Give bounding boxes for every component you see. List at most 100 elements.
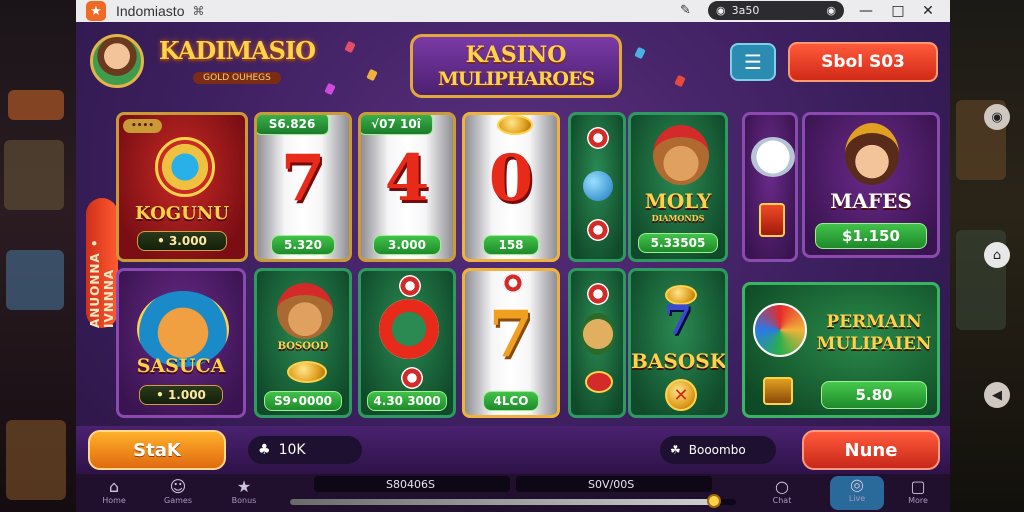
promo-value: 5.80 xyxy=(821,381,927,409)
next-button[interactable]: Nune xyxy=(802,430,940,470)
bonus-info-text: Booombo xyxy=(688,443,746,457)
tile-molly[interactable]: MOLY DIAMONDS 5.33505 xyxy=(628,112,728,262)
reel2-value: 3.000 xyxy=(373,235,441,255)
basosk-symbol: 7 xyxy=(664,297,692,344)
bonus-info-icon: ☘ xyxy=(670,443,681,457)
tile-reel-7[interactable]: S6.826 7 5.320 xyxy=(254,112,352,262)
nav-item-home[interactable]: ⌂ Home xyxy=(92,477,136,506)
treasure-chest-icon xyxy=(763,377,793,405)
nav-label: More xyxy=(908,496,928,505)
bet-value: 10K xyxy=(278,442,306,458)
tile-reel-0-b[interactable]: 4.30 3000 xyxy=(358,268,456,418)
confetti xyxy=(324,82,336,96)
tile-reel-4[interactable]: √07 10î 4 3.000 xyxy=(358,112,456,262)
home-icon: ⌂ xyxy=(108,477,120,496)
nav-item-chat[interactable]: ○ Chat xyxy=(760,477,804,506)
maximize-button[interactable]: □ xyxy=(888,1,908,21)
poker-chip-icon xyxy=(587,219,609,241)
chat-icon: ○ xyxy=(775,477,789,496)
rail-home-icon[interactable]: ⌂ xyxy=(984,242,1010,268)
search-pill[interactable]: ◉ 3a50 ◉ xyxy=(708,1,844,20)
gold-emblem-icon xyxy=(155,137,215,197)
grapes-icon xyxy=(581,313,615,355)
nav-item-live[interactable]: ◎ Live xyxy=(830,476,884,510)
pill-right-icon: ◉ xyxy=(826,4,836,17)
side-glow xyxy=(4,140,64,210)
tile-reel-7-b[interactable]: 7 4LCO xyxy=(462,268,560,418)
left-background xyxy=(0,0,76,512)
nav-label: Live xyxy=(848,494,866,503)
close-button[interactable]: ✕ xyxy=(918,1,938,21)
tile-mafes[interactable]: MAFES $1.150 xyxy=(802,112,940,258)
poker-chip-icon xyxy=(587,127,609,149)
tile-reel-0[interactable]: 0 158 xyxy=(462,112,560,262)
nav-item-games[interactable]: ☺ Games xyxy=(156,477,200,506)
sasuca-value: • 1.000 xyxy=(139,385,223,405)
dog-character-icon xyxy=(653,125,709,185)
stat-box-left: S80406S xyxy=(314,476,510,492)
progress-fill xyxy=(290,499,714,505)
share-icon[interactable]: ✎ xyxy=(680,3,691,18)
side-glow xyxy=(6,250,64,310)
search-pill-text: 3a50 xyxy=(731,4,760,17)
promo-banner[interactable]: PERMAIN MULIPAIEN 5.80 xyxy=(742,282,940,418)
sasuca-name: SASUCA xyxy=(136,355,226,377)
nav-item-bonus[interactable]: ★ Bonus xyxy=(222,477,266,506)
app-logo-icon: ★ xyxy=(86,1,106,21)
tile-polar[interactable] xyxy=(742,112,798,262)
center-logo-line2: MULIPHAROES xyxy=(437,68,595,90)
kogunu-value: • 3.000 xyxy=(137,231,227,251)
bonus-info-pill[interactable]: ☘ Booombo xyxy=(660,436,776,464)
stat-right-text: S0V/00S xyxy=(588,477,635,491)
tile-chips[interactable] xyxy=(568,112,626,262)
player-avatar[interactable] xyxy=(90,34,144,88)
side-tab[interactable]: ANUONNA • IVNNNA xyxy=(86,198,118,328)
tile-fruits[interactable] xyxy=(568,268,626,418)
reel3-symbol: 0 xyxy=(488,141,534,216)
nav-label: Bonus xyxy=(231,496,257,505)
start-button[interactable]: StaK xyxy=(88,430,226,470)
nav-item-more[interactable]: ▢ More xyxy=(896,477,940,506)
multiplier-coin-icon: ✕ xyxy=(665,379,697,411)
title-bar: ★ Indomiasto ⌘ ✎ ◉ 3a50 ◉ — □ ✕ xyxy=(76,0,950,22)
more-icon: ▢ xyxy=(910,477,926,496)
menu-list-icon[interactable]: ☰ xyxy=(730,43,776,81)
app-title: Indomiasto xyxy=(116,3,185,19)
promo-title-line2: MULIPAIEN xyxy=(816,334,932,354)
stat-left-text: S80406S xyxy=(386,477,435,491)
app-window: ★ Indomiasto ⌘ ✎ ◉ 3a50 ◉ — □ ✕ KADIMASI… xyxy=(76,0,950,512)
confetti xyxy=(344,40,356,54)
confetti xyxy=(674,74,686,88)
minimize-button[interactable]: — xyxy=(856,1,876,21)
bet-amount-pill[interactable]: ♣ 10K xyxy=(248,436,362,464)
tile-kogunu[interactable]: •••• KOGUNU • 3.000 xyxy=(116,112,248,262)
bear-name: BOSOOD xyxy=(277,341,329,352)
promo-title: PERMAIN MULIPAIEN xyxy=(809,311,939,355)
reel5-symbol: 7 xyxy=(488,297,534,372)
shop-button[interactable]: Sbol S03 xyxy=(788,42,938,82)
colorful-ball-icon xyxy=(753,303,807,357)
polar-bear-icon xyxy=(751,137,795,177)
bonus-icon: ★ xyxy=(236,477,252,496)
blue-ball-icon xyxy=(583,171,613,201)
progress-knob[interactable] xyxy=(706,494,721,508)
left-logo: KADIMASIO GOLD OUHEGS xyxy=(152,36,322,90)
tile-basosk[interactable]: 7 BASOSK ✕ xyxy=(628,268,728,418)
poker-chip-icon xyxy=(503,273,523,293)
tile-bear[interactable]: BOSOOD S9•0000 xyxy=(254,268,352,418)
tile-sasuca[interactable]: SASUCA • 1.000 xyxy=(116,268,246,418)
molly-value: 5.33505 xyxy=(638,233,718,253)
coin-icon xyxy=(287,361,327,383)
progress-track[interactable] xyxy=(290,494,736,508)
title-extra-icon: ⌘ xyxy=(192,4,205,18)
mafes-value: $1.150 xyxy=(815,223,927,249)
rail-back-icon[interactable]: ◀ xyxy=(984,382,1010,408)
rail-camera-icon[interactable]: ◉ xyxy=(984,104,1010,130)
reel4-value: 4.30 3000 xyxy=(367,391,447,411)
bet-icon: ♣ xyxy=(258,442,271,458)
nav-label: Home xyxy=(102,496,126,505)
mafes-name: MAFES xyxy=(830,189,912,213)
reel5-value: 4LCO xyxy=(483,391,539,411)
games-icon: ☺ xyxy=(169,477,187,496)
target-zero-icon xyxy=(379,299,439,359)
